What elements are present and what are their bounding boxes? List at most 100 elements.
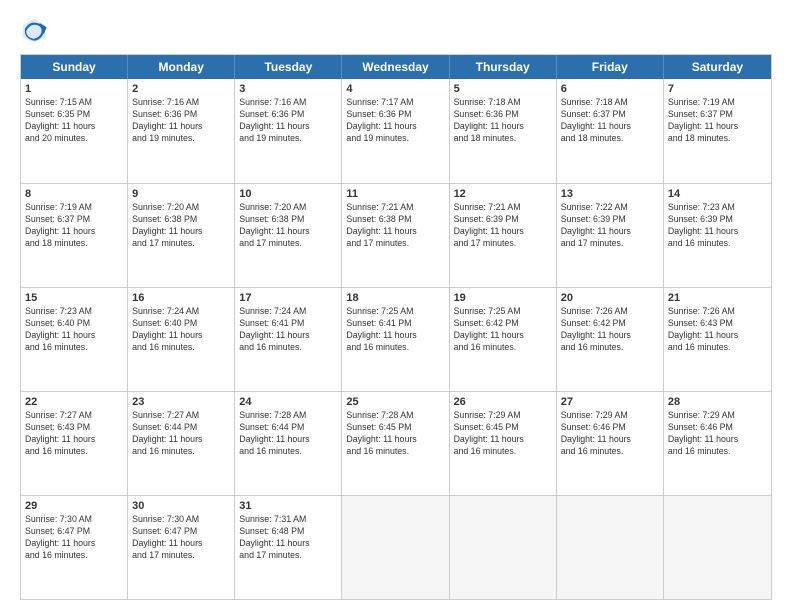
day-info: Sunrise: 7:26 AM Sunset: 6:42 PM Dayligh… [561,306,659,354]
day-info: Sunrise: 7:15 AM Sunset: 6:35 PM Dayligh… [25,97,123,145]
calendar-cell [557,496,664,599]
day-number: 12 [454,187,552,201]
day-number: 15 [25,291,123,305]
calendar-cell: 2Sunrise: 7:16 AM Sunset: 6:36 PM Daylig… [128,79,235,183]
calendar-body: 1Sunrise: 7:15 AM Sunset: 6:35 PM Daylig… [21,79,771,599]
calendar-row: 15Sunrise: 7:23 AM Sunset: 6:40 PM Dayli… [21,287,771,391]
day-number: 28 [668,395,767,409]
calendar-cell: 26Sunrise: 7:29 AM Sunset: 6:45 PM Dayli… [450,392,557,495]
day-number: 19 [454,291,552,305]
calendar-cell: 11Sunrise: 7:21 AM Sunset: 6:38 PM Dayli… [342,184,449,287]
day-info: Sunrise: 7:29 AM Sunset: 6:46 PM Dayligh… [668,410,767,458]
calendar-cell: 4Sunrise: 7:17 AM Sunset: 6:36 PM Daylig… [342,79,449,183]
calendar-cell [450,496,557,599]
header [20,16,772,44]
day-info: Sunrise: 7:20 AM Sunset: 6:38 PM Dayligh… [132,202,230,250]
day-number: 5 [454,82,552,96]
calendar-cell: 30Sunrise: 7:30 AM Sunset: 6:47 PM Dayli… [128,496,235,599]
calendar-cell: 28Sunrise: 7:29 AM Sunset: 6:46 PM Dayli… [664,392,771,495]
day-number: 11 [346,187,444,201]
calendar-cell: 9Sunrise: 7:20 AM Sunset: 6:38 PM Daylig… [128,184,235,287]
day-info: Sunrise: 7:19 AM Sunset: 6:37 PM Dayligh… [668,97,767,145]
weekday-header: Monday [128,55,235,79]
day-number: 31 [239,499,337,513]
day-info: Sunrise: 7:16 AM Sunset: 6:36 PM Dayligh… [239,97,337,145]
calendar-cell: 31Sunrise: 7:31 AM Sunset: 6:48 PM Dayli… [235,496,342,599]
day-info: Sunrise: 7:20 AM Sunset: 6:38 PM Dayligh… [239,202,337,250]
day-number: 16 [132,291,230,305]
weekday-header: Wednesday [342,55,449,79]
calendar-row: 29Sunrise: 7:30 AM Sunset: 6:47 PM Dayli… [21,495,771,599]
calendar-cell: 14Sunrise: 7:23 AM Sunset: 6:39 PM Dayli… [664,184,771,287]
day-info: Sunrise: 7:29 AM Sunset: 6:45 PM Dayligh… [454,410,552,458]
day-number: 25 [346,395,444,409]
weekday-header: Saturday [664,55,771,79]
weekday-header: Friday [557,55,664,79]
calendar-cell: 20Sunrise: 7:26 AM Sunset: 6:42 PM Dayli… [557,288,664,391]
day-info: Sunrise: 7:19 AM Sunset: 6:37 PM Dayligh… [25,202,123,250]
calendar-cell: 8Sunrise: 7:19 AM Sunset: 6:37 PM Daylig… [21,184,128,287]
weekday-header: Tuesday [235,55,342,79]
calendar-cell: 18Sunrise: 7:25 AM Sunset: 6:41 PM Dayli… [342,288,449,391]
day-number: 3 [239,82,337,96]
day-number: 18 [346,291,444,305]
calendar-cell: 7Sunrise: 7:19 AM Sunset: 6:37 PM Daylig… [664,79,771,183]
day-info: Sunrise: 7:27 AM Sunset: 6:43 PM Dayligh… [25,410,123,458]
calendar-cell: 21Sunrise: 7:26 AM Sunset: 6:43 PM Dayli… [664,288,771,391]
calendar-cell: 15Sunrise: 7:23 AM Sunset: 6:40 PM Dayli… [21,288,128,391]
calendar-row: 22Sunrise: 7:27 AM Sunset: 6:43 PM Dayli… [21,391,771,495]
day-number: 6 [561,82,659,96]
day-info: Sunrise: 7:31 AM Sunset: 6:48 PM Dayligh… [239,514,337,562]
day-number: 9 [132,187,230,201]
day-number: 27 [561,395,659,409]
calendar-cell: 13Sunrise: 7:22 AM Sunset: 6:39 PM Dayli… [557,184,664,287]
day-number: 7 [668,82,767,96]
day-info: Sunrise: 7:30 AM Sunset: 6:47 PM Dayligh… [132,514,230,562]
day-info: Sunrise: 7:27 AM Sunset: 6:44 PM Dayligh… [132,410,230,458]
day-info: Sunrise: 7:25 AM Sunset: 6:42 PM Dayligh… [454,306,552,354]
day-number: 4 [346,82,444,96]
day-info: Sunrise: 7:26 AM Sunset: 6:43 PM Dayligh… [668,306,767,354]
calendar-cell: 5Sunrise: 7:18 AM Sunset: 6:36 PM Daylig… [450,79,557,183]
day-info: Sunrise: 7:24 AM Sunset: 6:40 PM Dayligh… [132,306,230,354]
calendar-cell: 3Sunrise: 7:16 AM Sunset: 6:36 PM Daylig… [235,79,342,183]
calendar-row: 8Sunrise: 7:19 AM Sunset: 6:37 PM Daylig… [21,183,771,287]
day-number: 20 [561,291,659,305]
day-number: 8 [25,187,123,201]
day-number: 29 [25,499,123,513]
logo [20,16,52,44]
calendar-header: SundayMondayTuesdayWednesdayThursdayFrid… [21,55,771,79]
calendar: SundayMondayTuesdayWednesdayThursdayFrid… [20,54,772,600]
day-info: Sunrise: 7:29 AM Sunset: 6:46 PM Dayligh… [561,410,659,458]
day-info: Sunrise: 7:22 AM Sunset: 6:39 PM Dayligh… [561,202,659,250]
day-info: Sunrise: 7:25 AM Sunset: 6:41 PM Dayligh… [346,306,444,354]
day-info: Sunrise: 7:28 AM Sunset: 6:45 PM Dayligh… [346,410,444,458]
calendar-cell: 1Sunrise: 7:15 AM Sunset: 6:35 PM Daylig… [21,79,128,183]
page: SundayMondayTuesdayWednesdayThursdayFrid… [0,0,792,612]
day-info: Sunrise: 7:17 AM Sunset: 6:36 PM Dayligh… [346,97,444,145]
day-number: 1 [25,82,123,96]
calendar-cell: 25Sunrise: 7:28 AM Sunset: 6:45 PM Dayli… [342,392,449,495]
weekday-header: Thursday [450,55,557,79]
calendar-cell: 22Sunrise: 7:27 AM Sunset: 6:43 PM Dayli… [21,392,128,495]
day-info: Sunrise: 7:28 AM Sunset: 6:44 PM Dayligh… [239,410,337,458]
day-info: Sunrise: 7:21 AM Sunset: 6:38 PM Dayligh… [346,202,444,250]
day-info: Sunrise: 7:30 AM Sunset: 6:47 PM Dayligh… [25,514,123,562]
calendar-cell: 12Sunrise: 7:21 AM Sunset: 6:39 PM Dayli… [450,184,557,287]
calendar-cell: 10Sunrise: 7:20 AM Sunset: 6:38 PM Dayli… [235,184,342,287]
day-number: 14 [668,187,767,201]
day-info: Sunrise: 7:18 AM Sunset: 6:37 PM Dayligh… [561,97,659,145]
weekday-header: Sunday [21,55,128,79]
day-info: Sunrise: 7:21 AM Sunset: 6:39 PM Dayligh… [454,202,552,250]
calendar-cell: 23Sunrise: 7:27 AM Sunset: 6:44 PM Dayli… [128,392,235,495]
day-number: 10 [239,187,337,201]
calendar-row: 1Sunrise: 7:15 AM Sunset: 6:35 PM Daylig… [21,79,771,183]
day-number: 26 [454,395,552,409]
day-number: 23 [132,395,230,409]
day-number: 13 [561,187,659,201]
calendar-cell: 19Sunrise: 7:25 AM Sunset: 6:42 PM Dayli… [450,288,557,391]
day-info: Sunrise: 7:16 AM Sunset: 6:36 PM Dayligh… [132,97,230,145]
day-number: 2 [132,82,230,96]
day-number: 30 [132,499,230,513]
day-info: Sunrise: 7:24 AM Sunset: 6:41 PM Dayligh… [239,306,337,354]
